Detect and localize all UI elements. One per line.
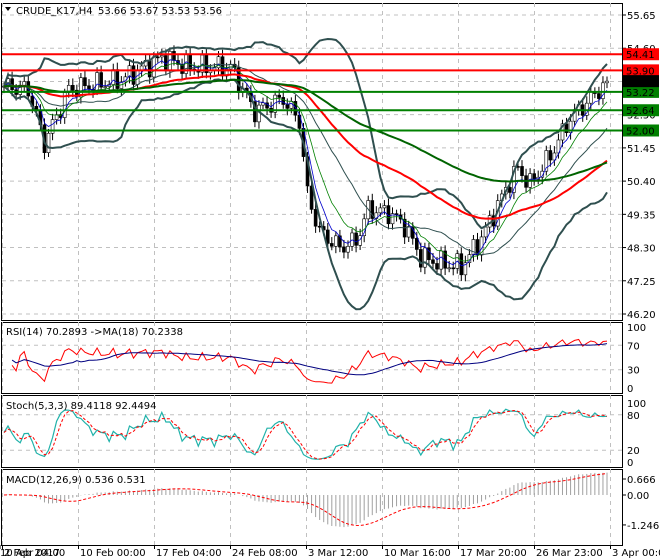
stoch-main-line — [3, 408, 608, 460]
candle-body — [330, 243, 334, 247]
candle-body — [354, 232, 358, 246]
time-label: 17 Feb 04:00 — [156, 548, 222, 559]
candle-body — [87, 85, 91, 90]
price-tick: 46.20 — [627, 310, 656, 321]
stoch-tick: 100 — [627, 399, 646, 410]
candle-body — [70, 85, 75, 91]
price-tick: 47.25 — [627, 277, 656, 288]
candle-body — [83, 77, 87, 87]
candle-body — [313, 209, 318, 227]
level-label: 52.64 — [626, 106, 655, 117]
price-tick: 50.40 — [627, 177, 656, 188]
candle-body — [188, 53, 192, 70]
candle-body — [46, 132, 51, 153]
candle-body — [431, 259, 435, 264]
candle-body — [139, 65, 144, 71]
level-label: 53.22 — [626, 88, 655, 99]
stoch-label: Stoch(5,3,3) 89.4118 92.4494 — [6, 401, 157, 412]
candle-body — [172, 51, 176, 61]
stoch-tick: 80 — [627, 411, 640, 422]
ma-50-red — [3, 73, 608, 220]
candle-body — [317, 225, 322, 228]
chart-svg[interactable]: 55.6554.6053.5552.5051.4550.4049.3548.30… — [0, 0, 660, 560]
candle-body — [382, 205, 387, 209]
candle-body — [22, 81, 27, 86]
time-label: 17 Mar 20:00 — [460, 548, 527, 559]
candle-body — [277, 94, 281, 98]
candle-body — [520, 166, 524, 176]
candle-body — [155, 56, 160, 59]
candle-body — [605, 80, 609, 84]
time-label: 3 Mar 12:00 — [308, 548, 368, 559]
time-label: 26 Mar 23:00 — [536, 548, 603, 559]
candle-body — [451, 267, 456, 270]
rsi-line — [11, 338, 608, 384]
macd-tick: -1.246 — [627, 521, 659, 532]
candle-body — [435, 263, 439, 270]
candle-body — [508, 187, 512, 193]
candle-body — [334, 235, 338, 247]
time-label: 10 Apr 04:00 — [0, 548, 65, 559]
candle-body — [532, 173, 536, 180]
candle-body — [447, 267, 451, 270]
panel-border-0 — [1, 3, 623, 321]
rsi-tick: 100 — [627, 323, 646, 334]
candle-body — [342, 246, 346, 253]
bollinger-lower — [3, 78, 608, 311]
time-label: 10 Mar 16:00 — [384, 548, 451, 559]
stoch-tick: 20 — [627, 446, 640, 457]
candle-body — [111, 69, 116, 85]
symbol-label: CRUDE_K17,H4 — [16, 6, 93, 17]
candle-body — [597, 93, 601, 99]
rsi-tick: 30 — [627, 366, 640, 377]
candle-body — [135, 69, 140, 85]
price-tick: 49.35 — [627, 210, 656, 221]
current-price-label: 53.56 — [626, 77, 655, 88]
time-label: 24 Feb 08:00 — [232, 548, 298, 559]
time-label: 3 Apr 00:00 — [612, 548, 660, 559]
macd-label: MACD(12,26,9) 0.536 0.531 — [6, 475, 146, 486]
candle-body — [103, 86, 107, 88]
trading-chart[interactable]: 55.6554.6053.5552.5051.4550.4049.3548.30… — [0, 0, 660, 560]
dropdown-triangle-icon — [5, 7, 11, 11]
candle-body — [406, 226, 411, 238]
stoch-signal-line — [3, 409, 608, 460]
candle-body — [419, 249, 423, 268]
ohlc-label: 53.66 53.67 53.53 53.56 — [98, 6, 222, 17]
rsi-tick: 70 — [627, 341, 640, 352]
candle-body — [160, 55, 164, 58]
level-label: 54.41 — [626, 50, 655, 61]
candle-body — [378, 207, 383, 214]
rsi-tick: 0 — [627, 384, 633, 395]
candle-body — [285, 104, 290, 109]
candle-body — [423, 247, 427, 268]
rsi-label: RSI(14) 70.2893 ->MA(18) 70.2338 — [6, 327, 183, 338]
candle-body — [414, 238, 419, 250]
candle-body — [281, 97, 286, 105]
macd-tick: 0.666 — [627, 475, 656, 486]
price-tick: 51.45 — [627, 144, 656, 155]
candle-body — [589, 91, 593, 104]
price-tick: 48.30 — [627, 244, 656, 255]
stoch-tick: 0 — [627, 458, 633, 469]
candle-body — [346, 246, 350, 253]
macd-tick: 0.00 — [627, 491, 649, 502]
candle-body — [131, 65, 136, 85]
candle-body — [548, 150, 553, 161]
price-tick: 55.65 — [627, 11, 656, 22]
time-label: 10 Feb 00:00 — [80, 548, 146, 559]
level-label: 52.00 — [626, 126, 655, 137]
candle-body — [95, 72, 99, 92]
candle-body — [439, 250, 443, 270]
candle-body — [483, 226, 488, 238]
